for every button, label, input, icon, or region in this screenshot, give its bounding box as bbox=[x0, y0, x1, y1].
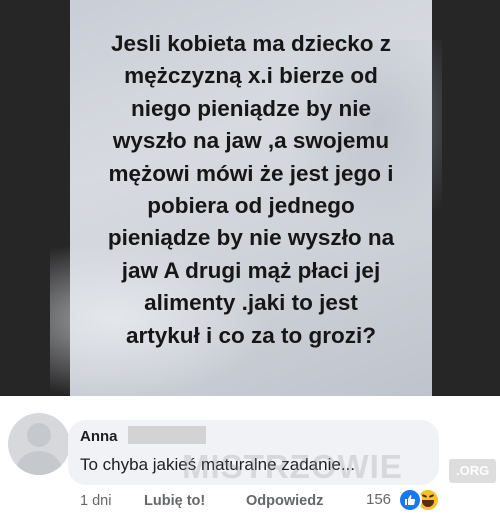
reaction-count[interactable]: 156 bbox=[366, 491, 391, 508]
like-button[interactable]: Lubię to! bbox=[144, 493, 205, 509]
comment-author[interactable]: Anna bbox=[80, 428, 118, 445]
avatar[interactable] bbox=[8, 413, 70, 475]
story-text: Jesli kobieta ma dziecko z mężczyzną x.i… bbox=[107, 31, 395, 348]
story-image: Jesli kobieta ma dziecko z mężczyzną x.i… bbox=[0, 0, 500, 396]
watermark-org: .ORG bbox=[449, 459, 497, 483]
watermark: MISTRZOWIE bbox=[182, 448, 403, 485]
comment-time[interactable]: 1 dni bbox=[80, 493, 111, 509]
reply-button[interactable]: Odpowiedz bbox=[246, 493, 323, 509]
like-icon[interactable] bbox=[398, 488, 422, 512]
redacted-surname bbox=[128, 426, 206, 444]
